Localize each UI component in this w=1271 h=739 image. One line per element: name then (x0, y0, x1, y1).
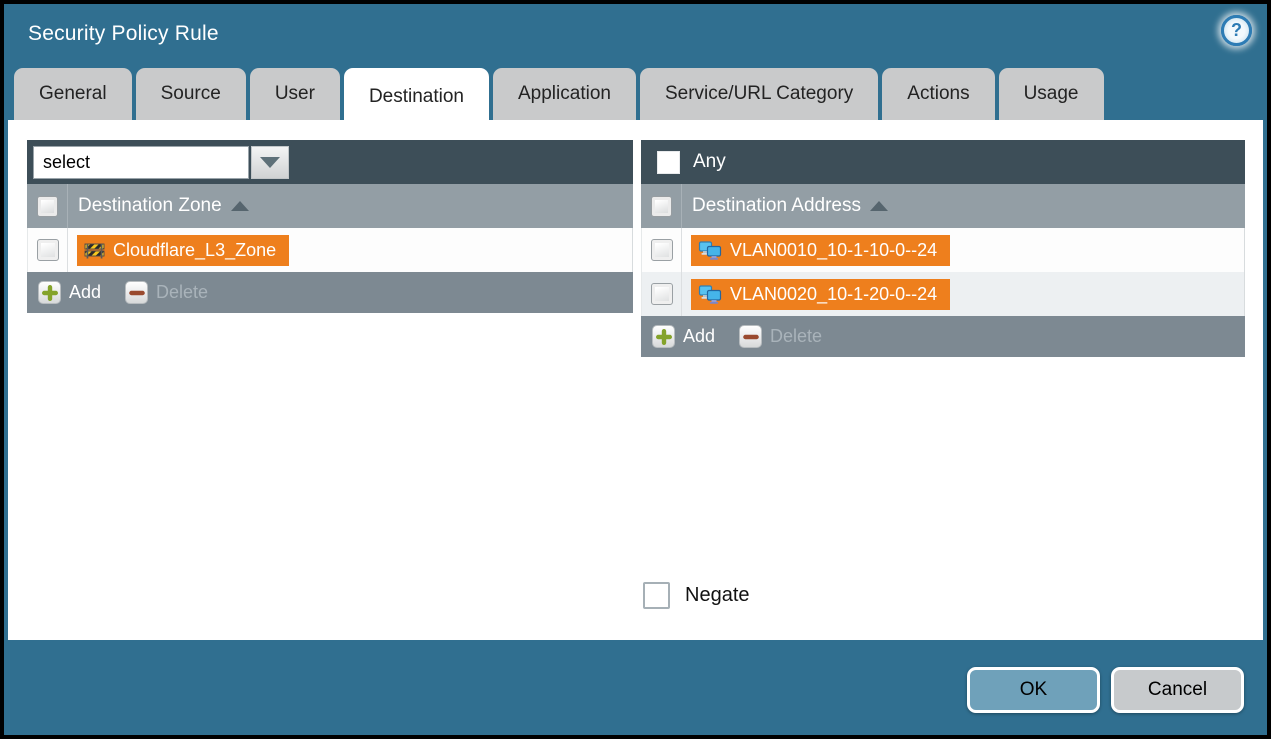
ok-button[interactable]: OK (967, 667, 1100, 713)
tab-source[interactable]: Source (136, 68, 246, 120)
address-any-bar: Any (641, 140, 1245, 184)
zone-chip[interactable]: Cloudflare_L3_Zone (77, 235, 289, 266)
zone-footer-bar: Add Delete (27, 272, 633, 313)
zone-row[interactable]: Cloudflare_L3_Zone (28, 228, 632, 272)
tab-actions[interactable]: Actions (882, 68, 994, 120)
address-icon (698, 285, 722, 304)
address-chip[interactable]: VLAN0020_10-1-20-0--24 (691, 279, 950, 310)
tab-service-url-category[interactable]: Service/URL Category (640, 68, 878, 120)
zone-icon (84, 242, 105, 259)
zone-row-checkbox-cell (28, 228, 68, 272)
tab-user[interactable]: User (250, 68, 340, 120)
address-delete-button[interactable]: Delete (739, 325, 822, 348)
zone-filter-bar (27, 140, 633, 184)
address-column-header: Destination Address (641, 184, 1245, 228)
delete-icon (125, 281, 148, 304)
address-column-title[interactable]: Destination Address (692, 195, 861, 217)
delete-icon (739, 325, 762, 348)
address-add-button[interactable]: Add (652, 325, 715, 348)
cancel-button[interactable]: Cancel (1111, 667, 1244, 713)
zone-name: Cloudflare_L3_Zone (113, 240, 276, 261)
tab-general[interactable]: General (14, 68, 132, 120)
sort-asc-icon[interactable] (870, 201, 888, 211)
destination-tab-content: Destination Zone (8, 120, 1263, 640)
address-icon (698, 241, 722, 260)
address-select-all-checkbox[interactable] (651, 196, 672, 217)
address-row-checkbox[interactable] (651, 239, 673, 261)
dialog-title: Security Policy Rule (28, 22, 219, 46)
add-icon (38, 281, 61, 304)
any-checkbox[interactable] (657, 151, 680, 174)
address-row-checkbox[interactable] (651, 283, 673, 305)
address-name: VLAN0020_10-1-20-0--24 (730, 284, 937, 305)
negate-control: Negate (643, 582, 750, 609)
zone-list: Cloudflare_L3_Zone (27, 228, 633, 272)
zone-delete-label: Delete (156, 282, 208, 303)
tab-application[interactable]: Application (493, 68, 636, 120)
address-row-checkbox-cell (642, 272, 682, 316)
destination-zone-panel: Destination Zone (27, 140, 633, 313)
any-label: Any (693, 151, 726, 173)
zone-delete-button[interactable]: Delete (125, 281, 208, 304)
zone-select-input[interactable] (33, 146, 249, 179)
security-policy-rule-dialog: Security Policy Rule ? General Source Us… (4, 4, 1267, 735)
sort-asc-icon[interactable] (231, 201, 249, 211)
address-select-all-cell (641, 184, 682, 228)
negate-checkbox[interactable] (643, 582, 670, 609)
tab-destination[interactable]: Destination (344, 68, 489, 125)
address-list: VLAN0010_10-1-10-0--24 (641, 228, 1245, 316)
tab-bar: General Source User Destination Applicat… (14, 68, 1104, 125)
negate-label: Negate (685, 584, 750, 607)
zone-select-all-cell (27, 184, 68, 228)
address-row[interactable]: VLAN0010_10-1-10-0--24 (642, 228, 1244, 272)
chevron-down-icon (260, 157, 280, 168)
zone-column-title[interactable]: Destination Zone (78, 195, 222, 217)
zone-add-button[interactable]: Add (38, 281, 101, 304)
tab-usage[interactable]: Usage (999, 68, 1104, 120)
add-icon (652, 325, 675, 348)
destination-address-panel: Any Destination Address (641, 140, 1245, 357)
zone-select-all-checkbox[interactable] (37, 196, 58, 217)
address-footer-bar: Add Delete (641, 316, 1245, 357)
zone-add-label: Add (69, 282, 101, 303)
address-delete-label: Delete (770, 326, 822, 347)
address-add-label: Add (683, 326, 715, 347)
address-chip[interactable]: VLAN0010_10-1-10-0--24 (691, 235, 950, 266)
address-row[interactable]: VLAN0020_10-1-20-0--24 (642, 272, 1244, 316)
zone-select-dropdown-button[interactable] (251, 146, 289, 179)
address-row-checkbox-cell (642, 228, 682, 272)
zone-row-checkbox[interactable] (37, 239, 59, 261)
dialog-footer: OK Cancel (967, 667, 1244, 713)
address-name: VLAN0010_10-1-10-0--24 (730, 240, 937, 261)
help-icon[interactable]: ? (1221, 15, 1252, 46)
zone-column-header: Destination Zone (27, 184, 633, 228)
